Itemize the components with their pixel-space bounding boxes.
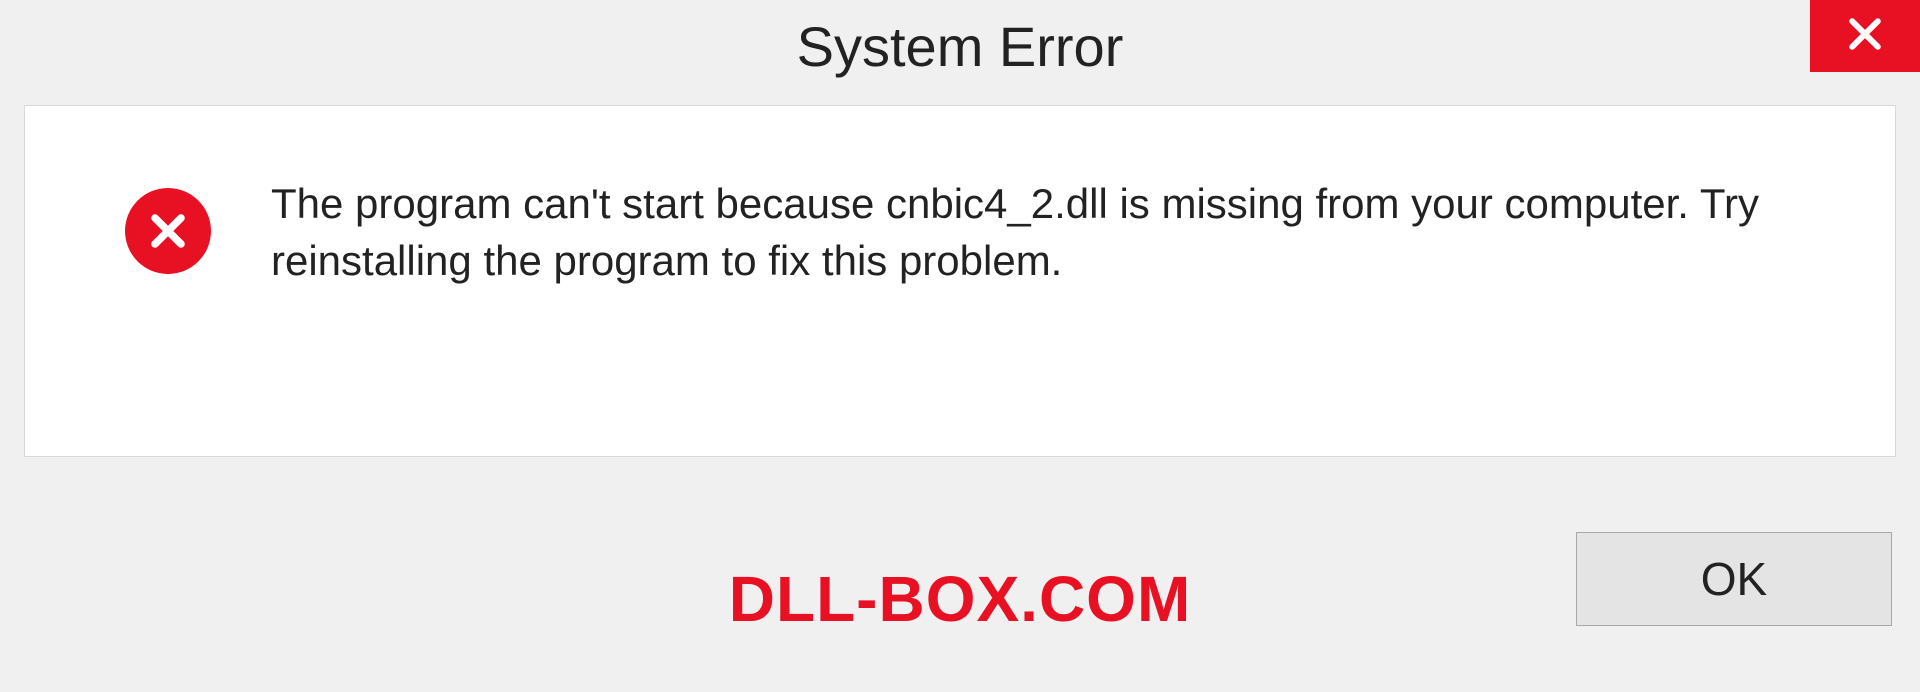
ok-button-label: OK bbox=[1701, 552, 1767, 606]
dialog-message: The program can't start because cnbic4_2… bbox=[271, 170, 1835, 289]
dialog-title: System Error bbox=[0, 14, 1920, 79]
watermark-text: DLL-BOX.COM bbox=[729, 562, 1192, 636]
dialog-footer: DLL-BOX.COM OK bbox=[0, 546, 1920, 666]
close-icon bbox=[1843, 12, 1887, 61]
ok-button[interactable]: OK bbox=[1576, 532, 1892, 626]
error-icon bbox=[125, 188, 211, 274]
close-button[interactable] bbox=[1810, 0, 1920, 72]
dialog-content: The program can't start because cnbic4_2… bbox=[24, 105, 1896, 457]
